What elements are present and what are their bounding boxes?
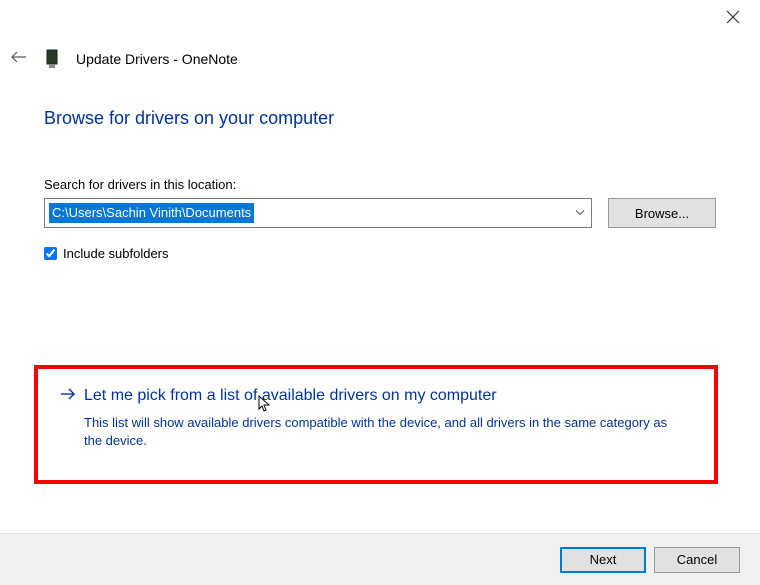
cancel-button-label: Cancel [677, 552, 717, 567]
wizard-footer: Next Cancel [0, 533, 760, 585]
browse-button[interactable]: Browse... [608, 198, 716, 228]
chevron-down-icon[interactable] [575, 208, 585, 219]
device-icon [46, 49, 58, 69]
path-value: C:\Users\Sachin Vinith\Documents [49, 203, 254, 223]
arrow-right-icon [60, 387, 76, 408]
close-icon[interactable] [726, 10, 740, 28]
cancel-button[interactable]: Cancel [654, 547, 740, 573]
include-subfolders-label: Include subfolders [63, 246, 169, 261]
search-location-label: Search for drivers in this location: [44, 177, 716, 192]
back-arrow-icon[interactable] [10, 48, 28, 69]
include-subfolders-row[interactable]: Include subfolders [44, 246, 716, 261]
option-title: Let me pick from a list of available dri… [84, 387, 497, 405]
page-heading: Browse for drivers on your computer [44, 108, 716, 129]
pick-from-list-option[interactable]: Let me pick from a list of available dri… [34, 365, 718, 484]
next-button-label: Next [590, 552, 617, 567]
next-button[interactable]: Next [560, 547, 646, 573]
option-description: This list will show available drivers co… [84, 414, 684, 450]
window-title: Update Drivers - OneNote [76, 51, 238, 67]
wizard-header: Update Drivers - OneNote [10, 48, 238, 69]
include-subfolders-checkbox[interactable] [44, 247, 57, 260]
browse-button-label: Browse... [635, 206, 689, 221]
path-combobox[interactable]: C:\Users\Sachin Vinith\Documents [44, 198, 592, 228]
